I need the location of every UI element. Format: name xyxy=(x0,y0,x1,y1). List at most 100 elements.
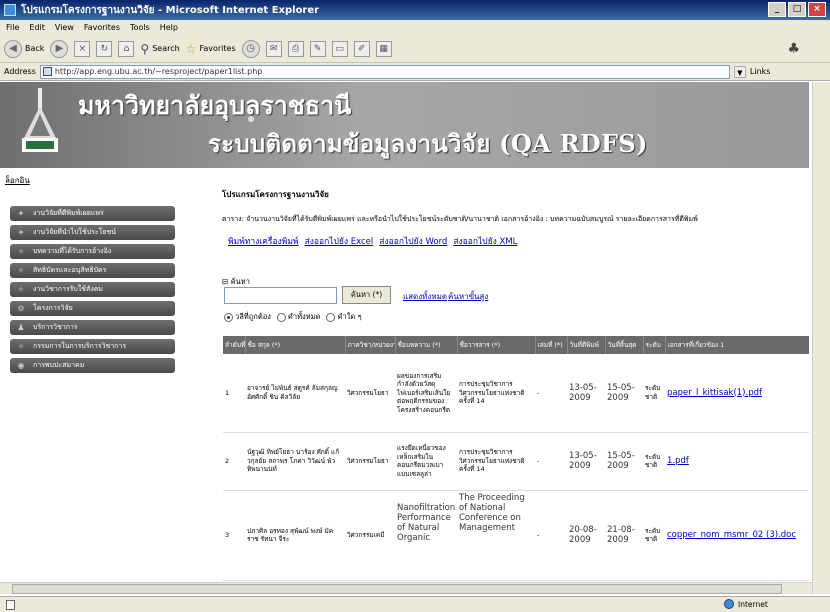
refresh-button[interactable]: ↻ xyxy=(96,40,113,57)
research-table: ลำดับที่ ชื่อ สกุล (*) ภาควิชา/หน่วยงาน … xyxy=(223,336,809,581)
cell-date-end: 15-05-2009 xyxy=(605,432,643,491)
table-header-row: ลำดับที่ ชื่อ สกุล (*) ภาควิชา/หน่วยงาน … xyxy=(223,336,809,354)
search-button[interactable]: ⚲ Search xyxy=(140,42,179,56)
menu-tools[interactable]: Tools xyxy=(130,23,150,32)
col-header[interactable]: วันที่สิ้นสุด xyxy=(605,336,644,354)
address-dropdown[interactable]: ▼ xyxy=(733,65,746,78)
print-link[interactable]: พิมพ์ทางเครื่องพิมพ์ xyxy=(228,234,299,248)
cell-no: 3 xyxy=(223,490,245,581)
banner-ornament xyxy=(248,116,254,122)
sidebar-item-label: งานวิจัยที่นำไปใช้ประโยชน์ xyxy=(33,228,117,236)
research-button[interactable]: ✐ xyxy=(353,40,370,57)
search-submit-button[interactable]: ค้นหา (*) xyxy=(342,286,391,304)
menu-file[interactable]: File xyxy=(6,23,19,32)
scrollbar-thumb[interactable] xyxy=(12,584,782,594)
mail-button[interactable]: ✉ xyxy=(265,40,282,57)
messenger-icon[interactable]: ♣ xyxy=(787,41,800,57)
radio-dot xyxy=(276,312,286,322)
horizontal-scrollbar[interactable] xyxy=(0,582,812,594)
back-button[interactable]: ◀ Back xyxy=(4,39,45,58)
stop-button[interactable]: × xyxy=(74,40,91,57)
sidebar-item-utilized-research[interactable]: ✦ งานวิจัยที่นำไปใช้ประโยชน์ xyxy=(10,225,175,240)
home-button[interactable]: ⌂ xyxy=(118,40,135,57)
sidebar-item-service-committee[interactable]: ✧ กรรมการในการบริการวิชาการ xyxy=(10,339,175,354)
export-excel-link[interactable]: ส่งออกไปยัง Excel xyxy=(305,234,374,248)
export-xml-link[interactable]: ส่งออกไปยัง XML xyxy=(453,234,517,248)
cell-dept: วิศวกรรมเคมี xyxy=(345,490,395,581)
address-input[interactable]: http://app.eng.ubu.ac.th/~resproject/pap… xyxy=(39,64,730,79)
zone-label: Internet xyxy=(738,599,768,609)
ie-icon xyxy=(4,4,16,16)
messenger-button[interactable]: ▦ xyxy=(375,40,392,57)
file-link[interactable]: 1.pdf xyxy=(667,456,689,466)
vertical-scrollbar[interactable] xyxy=(812,82,830,594)
radio-exact-phrase[interactable]: วลีที่ถูกต้อง xyxy=(224,311,271,323)
back-label: Back xyxy=(25,44,45,53)
address-label: Address xyxy=(4,67,36,76)
history-button[interactable]: ◷ xyxy=(241,39,260,58)
window-title: โปรแกรมโครงการฐานงานวิจัย - Microsoft In… xyxy=(21,4,320,16)
col-header[interactable]: เล่มที่ (*) xyxy=(535,336,568,354)
cell-journal: The Proceeding of National Conference on… xyxy=(457,490,535,581)
forward-button[interactable]: ▶ xyxy=(50,39,69,58)
sidebar-item-patents[interactable]: ✧ สิทธิบัตรและอนุสิทธิบัตร xyxy=(10,263,175,278)
sidebar-item-cited-articles[interactable]: ✧ บทความที่ได้รับการอ้างอิง xyxy=(10,244,175,259)
globe-icon: ◉ xyxy=(17,361,25,370)
site-banner: มหาวิทยาลัยอุบลราชธานี ระบบติดตามข้อมูลง… xyxy=(0,82,809,168)
main-content: โปรแกรมโครงการฐานงานวิจัย ตาราง: จำนวนงา… xyxy=(220,168,809,582)
show-all-link[interactable]: แสดงทั้งหมด xyxy=(403,290,447,303)
sidebar-item-research-projects[interactable]: ⚙ โครงการวิจัย xyxy=(10,301,175,316)
sidebar-item-published-research[interactable]: ✦ งานวิจัยที่ตีพิมพ์เผยแพร่ xyxy=(10,206,175,221)
col-header[interactable]: ระดับ xyxy=(643,336,666,354)
print-button[interactable]: ⎙ xyxy=(287,40,304,57)
minimize-button[interactable]: _ xyxy=(768,2,786,17)
radio-any-word[interactable]: คำใด ๆ xyxy=(326,311,362,323)
sidebar-item-label: งานวิจัยที่ตีพิมพ์เผยแพร่ xyxy=(33,209,104,217)
cell-article: ผลของการเสริมกำลังด้วยวัสดุไฟเบอร์เสริมเ… xyxy=(395,354,457,433)
col-header[interactable]: วันที่ตีพิมพ์ xyxy=(567,336,606,354)
address-bar: Address http://app.eng.ubu.ac.th/~respro… xyxy=(0,63,830,81)
table-row: 3 ปภาศิล อรทอง สุพัฒน์ พงษ์ มัคราช รัทนา… xyxy=(223,490,809,581)
sidebar-item-social-service[interactable]: ✧ งานวิชาการรับใช้สังคม xyxy=(10,282,175,297)
close-button[interactable]: × xyxy=(808,2,826,17)
star-icon: ✦ xyxy=(17,228,25,237)
cell-volume: - xyxy=(535,432,567,491)
edit-button[interactable]: ✎ xyxy=(309,40,326,57)
favorites-button[interactable]: ☆ Favorites xyxy=(186,42,236,56)
col-header[interactable]: ชื่อบทความ (*) xyxy=(395,336,458,354)
sidebar-item-academic-service[interactable]: ♟ บริการวิชาการ xyxy=(10,320,175,335)
system-name: ระบบติดตามข้อมูลงานวิจัย (QA RDFS) xyxy=(208,129,648,158)
discuss-button[interactable]: ▭ xyxy=(331,40,348,57)
favorites-label: Favorites xyxy=(199,44,236,53)
cell-date-end: 15-05-2009 xyxy=(605,354,643,433)
cell-level: ระดับชาติ xyxy=(643,490,665,581)
col-header[interactable]: ชื่อ สกุล (*) xyxy=(245,336,346,354)
export-word-link[interactable]: ส่งออกไปยัง Word xyxy=(379,234,447,248)
advanced-search-link[interactable]: ค้นหาขั้นสูง xyxy=(448,290,488,303)
sidebar-item-label: บริการวิชาการ xyxy=(33,323,78,331)
login-link[interactable]: ล็อกอิน xyxy=(5,174,30,187)
radio-all-words[interactable]: คำทั้งหมด xyxy=(276,311,320,323)
status-bar: Internet xyxy=(0,596,830,612)
maximize-button[interactable]: □ xyxy=(788,2,806,17)
menu-edit[interactable]: Edit xyxy=(29,23,45,32)
search-input[interactable] xyxy=(224,287,337,304)
menu-view[interactable]: View xyxy=(55,23,74,32)
file-link[interactable]: paper_l_kittisak(1).pdf xyxy=(667,388,762,398)
col-header[interactable]: เอกสารที่เกี่ยวข้อง 1 xyxy=(665,336,809,354)
sidebar-item-associations[interactable]: ◉ การพบปะสมาคม xyxy=(10,358,175,373)
search-mode-radios: วลีที่ถูกต้อง คำทั้งหมด คำใด ๆ xyxy=(224,311,362,323)
col-header[interactable]: ลำดับที่ xyxy=(223,336,246,354)
menu-help[interactable]: Help xyxy=(160,23,178,32)
star-icon: ✦ xyxy=(17,209,25,218)
file-link[interactable]: copper_nom_msmr_02 (3).doc xyxy=(667,530,796,540)
cell-name: นัฐวุฒิ ทิพย์โยธา นาร้อง ศักดิ์ แก้วกุลย… xyxy=(245,432,345,491)
menu-favorites[interactable]: Favorites xyxy=(84,23,120,32)
col-header[interactable]: ภาควิชา/หน่วยงาน xyxy=(345,336,396,354)
pin-icon: ✧ xyxy=(17,285,25,294)
cell-date-pub: 13-05-2009 xyxy=(567,354,605,433)
cell-date-end: 21-08-2009 xyxy=(605,490,643,581)
links-button[interactable]: Links xyxy=(750,67,771,76)
cell-file: paper_l_kittisak(1).pdf xyxy=(665,354,809,433)
col-header[interactable]: ชื่อวารสาร (*) xyxy=(457,336,536,354)
